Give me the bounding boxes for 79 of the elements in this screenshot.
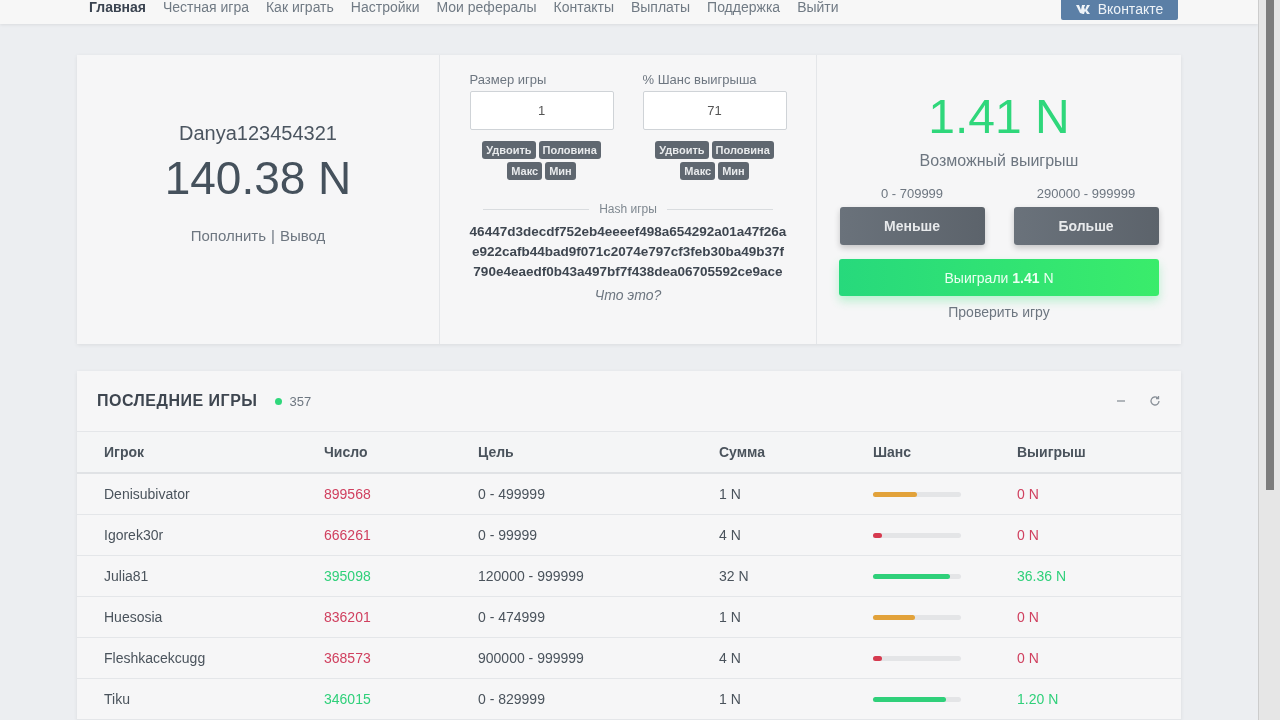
deposit-link[interactable]: Пополнить (190, 227, 267, 244)
win-amount: 1.20 N (1017, 691, 1060, 707)
roll-number: 666261 (324, 527, 372, 543)
win-amount: 0 N (1017, 486, 1040, 502)
range-label: 0 - 709999 (880, 186, 944, 201)
preset-button[interactable]: Мин (545, 162, 576, 180)
field-label: % Шанс выигрыша (642, 72, 757, 87)
win-amount: 0 N (1017, 650, 1040, 666)
win-amount: 36.36 N (1017, 568, 1068, 584)
preset-button[interactable]: Удвоить (655, 141, 709, 159)
nav-link[interactable]: Поддержка (707, 0, 781, 14)
hash-label: Hash игры (599, 202, 657, 216)
target-range: 0 - 829999 (478, 691, 546, 707)
balance-amount: 140.38 N (164, 151, 352, 205)
help-link[interactable]: Что это? (594, 287, 662, 303)
withdraw-link[interactable]: Вывод (279, 227, 326, 244)
nav-link[interactable]: Как играть (265, 0, 334, 14)
preset-button[interactable]: Половина (711, 141, 774, 159)
nav-link[interactable]: Выйти (797, 0, 839, 14)
roll-number: 899568 (324, 486, 372, 502)
range-label: 290000 - 999999 (1036, 186, 1136, 201)
section-title: ПОСЛЕДНИЕ ИГРЫ (97, 392, 258, 410)
target-range: 900000 - 999999 (478, 650, 585, 666)
roll-number: 836201 (324, 609, 372, 625)
input-field[interactable]: 1 (469, 91, 614, 130)
column-header: Сумма (719, 444, 767, 460)
player-name: Denisubivator (104, 486, 191, 502)
bet-amount: 4 N (719, 650, 742, 666)
separator: | (271, 227, 275, 244)
player-name: Igorek30r (104, 527, 165, 543)
target-range: 0 - 99999 (478, 527, 539, 543)
target-range: 0 - 474999 (478, 609, 546, 625)
bet-amount: 4 N (719, 527, 742, 543)
nav-link[interactable]: Контакты (553, 0, 614, 14)
player-name: Fleshkacekcugg (104, 650, 207, 666)
win-amount: 0 N (1017, 609, 1040, 625)
preset-button[interactable]: Половина (538, 141, 601, 159)
online-dot-icon (275, 397, 283, 405)
bet-amount: 32 N (719, 568, 750, 584)
bet-button[interactable]: Больше (1013, 207, 1159, 245)
target-range: 120000 - 999999 (478, 568, 585, 584)
refresh-icon[interactable] (1149, 395, 1161, 407)
nav-link[interactable]: Главная (89, 0, 146, 14)
nav-link[interactable]: Настройки (350, 0, 420, 14)
bet-amount: 1 N (719, 486, 742, 502)
bet-amount: 1 N (719, 691, 742, 707)
win-amount: 0 N (1017, 527, 1040, 543)
hash-value: 46447d3decdf752eb4eeeef498a654292a01a47f26ae922cafb44bad9f071c2074e797cf3feb30ba49b37f790e4eaedf0b43a497bf7f438dea06705592ce9ace (469, 223, 787, 281)
payout-amount: 1.41 N (928, 89, 1070, 144)
vk-logo-icon (1075, 3, 1092, 14)
field-label: Размер игры (469, 72, 547, 87)
roll-number: 395098 (324, 568, 372, 584)
vk-button[interactable]: Вконтакте (1061, 0, 1178, 20)
player-name: Julia81 (104, 568, 150, 584)
nav-link[interactable]: Выплаты (630, 0, 691, 14)
bet-button[interactable]: Меньше (839, 207, 985, 245)
column-header: Шанс (873, 444, 913, 460)
scrollbar[interactable] (1265, 0, 1274, 490)
player-name: Tiku (104, 691, 131, 707)
roll-number: 368573 (324, 650, 372, 666)
roll-number: 346015 (324, 691, 372, 707)
column-header: Игрок (104, 444, 145, 460)
input-field[interactable]: 71 (642, 91, 787, 130)
nav-link[interactable]: Мои рефералы (436, 0, 537, 14)
username: Danya123454321 (179, 122, 337, 145)
online-count: 357 (289, 393, 312, 409)
verify-link[interactable]: Проверить игру (948, 304, 1050, 320)
preset-button[interactable]: Удвоить (482, 141, 536, 159)
bet-amount: 1 N (719, 609, 742, 625)
preset-button[interactable]: Макс (680, 162, 716, 180)
column-header: Число (324, 444, 369, 460)
player-name: Huesosia (104, 609, 164, 625)
preset-button[interactable]: Макс (507, 162, 543, 180)
target-range: 0 - 499999 (478, 486, 546, 502)
preset-button[interactable]: Мин (718, 162, 749, 180)
column-header: Выигрыш (1017, 444, 1087, 460)
nav-link[interactable]: Честная игра (162, 0, 249, 14)
payout-label: Возможный выигрыш (919, 152, 1079, 170)
column-header: Цель (478, 444, 515, 460)
